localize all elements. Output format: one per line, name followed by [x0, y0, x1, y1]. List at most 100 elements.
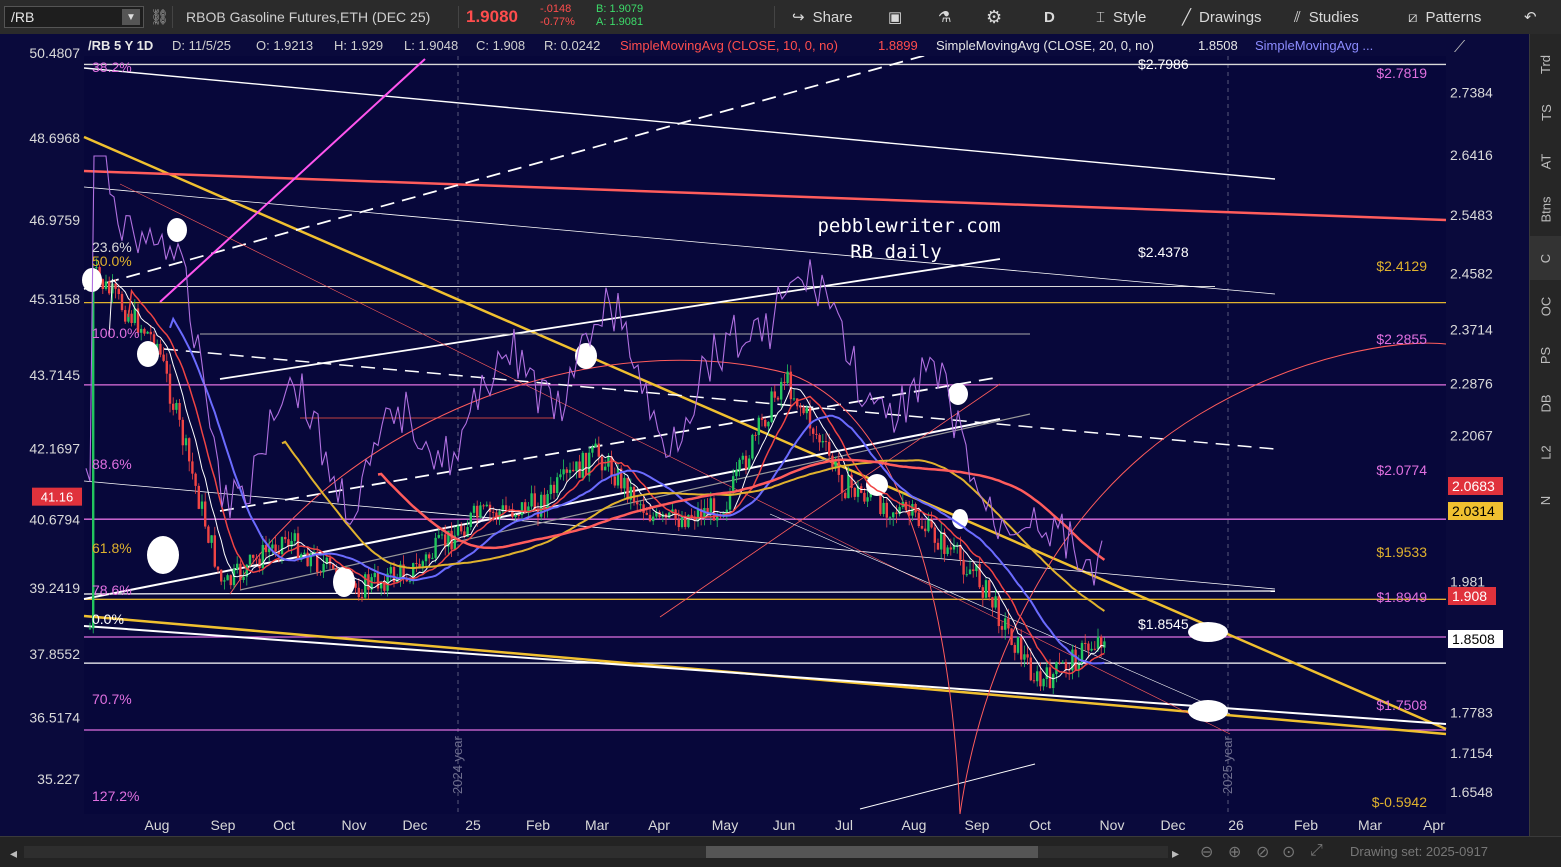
sidebar-item-btns[interactable]: Btns [1530, 188, 1561, 232]
candle-body [482, 505, 485, 507]
pivot-marker[interactable] [1188, 700, 1228, 722]
zoom-fit-icon[interactable]: ⊙ [1282, 842, 1295, 862]
fib-label-left: 88.6% [92, 456, 132, 472]
bid-ask: B: 1.9079 A: 1.9081 [596, 3, 643, 29]
sidebar-item-label: TS [1538, 104, 1554, 121]
candle-body [943, 532, 946, 554]
drawings-button[interactable]: ╱ Drawings [1182, 0, 1262, 34]
candle-body [367, 574, 370, 590]
level-label: $2.7986 [1138, 56, 1189, 72]
pivot-marker[interactable] [1188, 622, 1228, 642]
studies-button[interactable]: ⫽ Studies [1294, 0, 1359, 34]
fib-label-left: 0.0% [92, 611, 124, 627]
snapshot-icon[interactable]: ▣ [888, 0, 902, 34]
flask-icon[interactable]: ⚗ [938, 0, 951, 34]
sidebar-item-c[interactable]: C [1530, 236, 1561, 280]
candle-body [994, 596, 997, 608]
sidebar-item-db[interactable]: DB [1530, 382, 1561, 426]
legend-date: D: 11/5/25 [172, 38, 231, 53]
zoom-reset-icon[interactable]: ⊘ [1256, 842, 1269, 862]
candle-body [738, 459, 741, 471]
price-level-right: $-0.5942 [1372, 794, 1427, 810]
candle-body [207, 526, 210, 543]
symbol-input[interactable]: /RB ▼ [4, 6, 144, 28]
candle-body [760, 417, 764, 420]
pivot-marker[interactable] [167, 218, 187, 242]
candle-body [847, 474, 850, 499]
candle-body [866, 497, 869, 502]
candle-body [223, 580, 226, 582]
y-tick-right: 2.2067 [1450, 428, 1493, 444]
zoom-in-icon[interactable]: ⊕ [1228, 842, 1241, 862]
candle-body [328, 557, 332, 565]
candle-body [204, 501, 207, 527]
candle-body [668, 512, 671, 518]
share-button[interactable]: ↪ Share [792, 0, 853, 34]
candle-body [594, 443, 597, 448]
scroll-track[interactable] [24, 846, 1168, 858]
scroll-right-icon[interactable]: ▸ [1172, 845, 1179, 862]
candle-body [104, 281, 108, 290]
legend-low: L: 1.9048 [404, 38, 458, 53]
candle-body [696, 508, 700, 521]
sidebar-item-at[interactable]: AT [1530, 139, 1561, 183]
candle-body [764, 419, 767, 427]
sidebar-item-label: Trd [1538, 54, 1554, 74]
pivot-marker[interactable] [575, 343, 597, 369]
candle-body [888, 517, 892, 519]
candle-body [815, 433, 818, 435]
candle-body [117, 288, 120, 295]
candle-body [735, 470, 738, 477]
candle-body [946, 547, 949, 554]
sidebar-item-n[interactable]: N [1530, 479, 1561, 523]
candle-body [613, 476, 616, 486]
candle-body [754, 434, 757, 436]
expand-icon[interactable]: ⤢ [1310, 842, 1323, 860]
candle-body [767, 421, 770, 427]
candle-body [472, 505, 476, 513]
fib-label-left: 70.7% [92, 691, 132, 707]
candle-body [805, 407, 808, 414]
sidebar-item-oc[interactable]: OC [1530, 285, 1561, 329]
price-change: -.0148 -0.77% [540, 3, 575, 29]
candle-body [1093, 648, 1096, 650]
candle-body [575, 461, 578, 472]
pivot-marker[interactable] [147, 536, 179, 574]
gear-icon[interactable]: ⚙ [986, 0, 1002, 34]
sidebar-item-ts[interactable]: TS [1530, 91, 1561, 135]
candle-body [552, 484, 556, 493]
sidebar-item-ps[interactable]: PS [1530, 333, 1561, 377]
style-icon: ⌶ [1096, 8, 1106, 26]
candle-body [248, 554, 252, 565]
candle-body [1036, 671, 1039, 682]
bottom-bar: ◂ ▸ ⊖ ⊕ ⊘ ⊙ ⤢ Drawing set: 2025-0917 [0, 836, 1561, 867]
candle-body [818, 434, 821, 443]
candle-body [1023, 654, 1026, 660]
candle-body [799, 406, 802, 408]
sidebar-item-trd[interactable]: Trd [1530, 42, 1561, 86]
instrument-name: RBOB Gasoline Futures,ETH (DEC 25) [186, 9, 431, 25]
link-icon[interactable]: ⛓ [150, 0, 169, 34]
undo-icon[interactable]: ↶ [1524, 0, 1537, 34]
candle-body [1045, 667, 1048, 679]
candle-body [165, 360, 168, 374]
y-tick-right: 2.6416 [1450, 147, 1493, 163]
zoom-out-icon[interactable]: ⊖ [1200, 842, 1213, 862]
scroll-left-icon[interactable]: ◂ [10, 845, 17, 862]
scroll-thumb[interactable] [706, 846, 1038, 858]
candle-body [1084, 642, 1087, 644]
price-chart[interactable]: 2.7384 2.6416 2.5483 2.4582 2.3714 2.2876 2.20… [0, 34, 1529, 836]
patterns-button[interactable]: ⧄ Patterns [1408, 0, 1481, 34]
sidebar-item-l2[interactable]: L2 [1530, 430, 1561, 474]
pivot-marker[interactable] [137, 341, 159, 367]
pivot-marker[interactable] [948, 383, 968, 405]
candle-body [229, 575, 232, 586]
candle-body [991, 597, 994, 608]
draw-tool-icon[interactable]: ⟋ [1454, 39, 1466, 56]
interval-button[interactable]: D [1044, 0, 1055, 34]
candle-body [840, 474, 844, 493]
style-button[interactable]: ⌶ Style [1096, 0, 1146, 34]
candle-body [303, 552, 306, 555]
symbol-dropdown-icon[interactable]: ▼ [122, 9, 140, 25]
level-label: $1.8545 [1138, 616, 1189, 632]
